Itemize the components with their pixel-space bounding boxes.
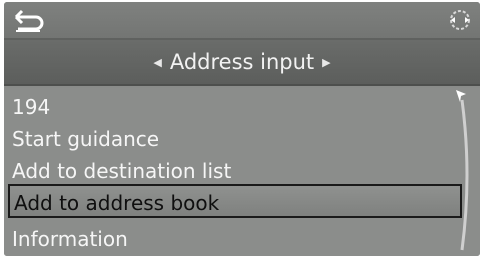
- menu-list: 194 Start guidance Add to destination li…: [4, 88, 480, 256]
- back-arrow-icon: [14, 9, 44, 32]
- controller-knob-icon: [448, 8, 472, 32]
- menu-item-194[interactable]: 194: [12, 92, 452, 122]
- right-arrow-icon[interactable]: ▶: [322, 56, 330, 69]
- back-button[interactable]: [12, 7, 46, 33]
- top-bar: [4, 2, 480, 40]
- menu-item-add-address-book[interactable]: Add to address book: [8, 184, 462, 218]
- menu-item-add-destination-list[interactable]: Add to destination list: [12, 156, 452, 186]
- menu-item-start-guidance[interactable]: Start guidance: [12, 124, 452, 154]
- title-bar[interactable]: ◀ Address input ▶: [4, 40, 480, 86]
- scroll-bar[interactable]: [460, 98, 474, 252]
- left-arrow-icon[interactable]: ◀: [153, 56, 161, 69]
- menu-item-information[interactable]: Information: [12, 224, 452, 254]
- navigation-screen: ◀ Address input ▶ 194 Start guidance Add…: [4, 2, 480, 256]
- page-title: Address input: [169, 50, 315, 74]
